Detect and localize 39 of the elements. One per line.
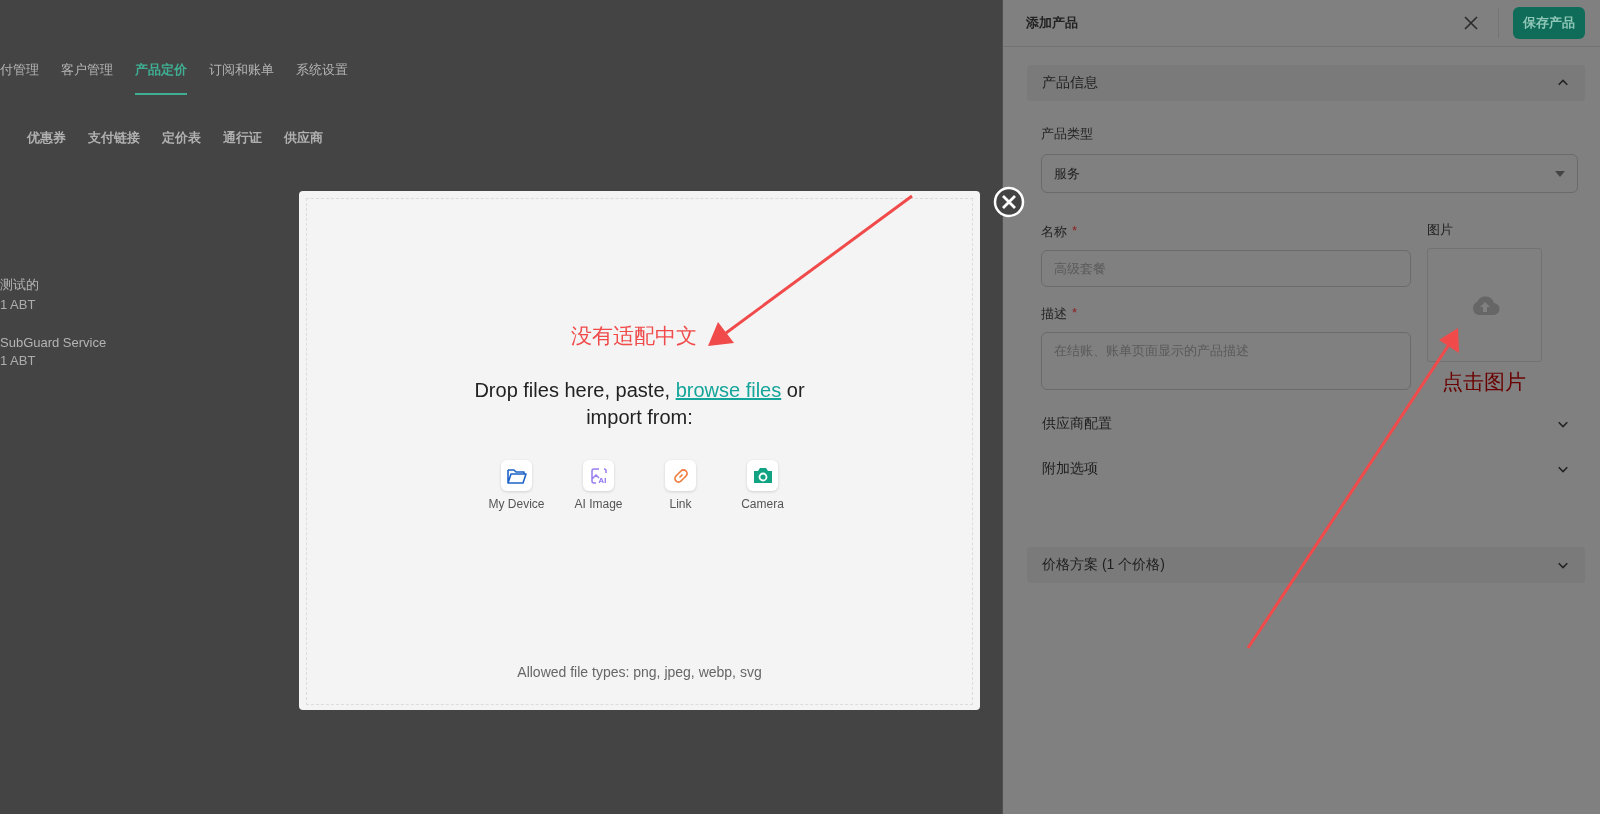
section-title: 供应商配置 <box>1042 415 1112 433</box>
required-mark: * <box>1072 305 1078 322</box>
section-header[interactable]: 产品信息 <box>1027 65 1585 101</box>
nav-tab[interactable]: 客户管理 <box>61 61 113 95</box>
allowed-file-types: Allowed file types: png, jpeg, webp, svg <box>517 664 762 680</box>
sub-tab[interactable]: 通行证 <box>223 129 262 147</box>
save-button[interactable]: 保存产品 <box>1513 7 1585 39</box>
section-title: 价格方案 (1 个价格) <box>1042 556 1165 574</box>
import-source-button[interactable]: Camera <box>721 460 804 511</box>
section-title: 附加选项 <box>1042 460 1098 478</box>
required-mark: * <box>1072 223 1078 240</box>
section-toggle[interactable]: 供应商配置 <box>1027 409 1585 439</box>
sub-tab[interactable]: 定价表 <box>162 129 201 147</box>
sub-tab[interactable]: 优惠券 <box>27 129 66 147</box>
section-title: 产品信息 <box>1042 74 1098 92</box>
product-name: 测试的 <box>0 276 39 294</box>
import-source-button[interactable]: Link <box>639 460 722 511</box>
sub-tab[interactable]: 供应商 <box>284 129 323 147</box>
field-label: 图片 <box>1427 221 1454 239</box>
panel-title: 添加产品 <box>1026 14 1079 32</box>
sub-tab[interactable]: 支付链接 <box>88 129 140 147</box>
nav-tab[interactable]: 订阅和账单 <box>209 61 274 95</box>
product-name: SubGuard Service <box>0 335 107 350</box>
product-price: 1 ABT <box>0 353 36 368</box>
annotation-text: 没有适配中文 <box>571 323 697 349</box>
nav-tab[interactable]: 付管理 <box>0 61 39 95</box>
product-type-select[interactable]: 服务 <box>1041 154 1578 193</box>
nav-tab[interactable]: 产品定价 <box>135 61 187 95</box>
field-label: 名称 <box>1041 223 1067 241</box>
browse-files-link[interactable]: browse files <box>675 379 782 401</box>
import-source-button[interactable]: My Device <box>475 460 558 511</box>
annotation-text: 点击图片 <box>1442 369 1526 395</box>
product-price: 1 ABT <box>0 297 36 312</box>
drop-instructions: Drop files here, paste, browse files or import from: <box>473 378 806 430</box>
field-label: 描述 <box>1041 305 1067 323</box>
nav-tab[interactable]: 系统设置 <box>296 61 348 95</box>
section-header[interactable]: 价格方案 (1 个价格) <box>1027 547 1585 583</box>
field-label: 产品类型 <box>1041 125 1094 143</box>
section-toggle[interactable]: 附加选项 <box>1027 454 1585 484</box>
